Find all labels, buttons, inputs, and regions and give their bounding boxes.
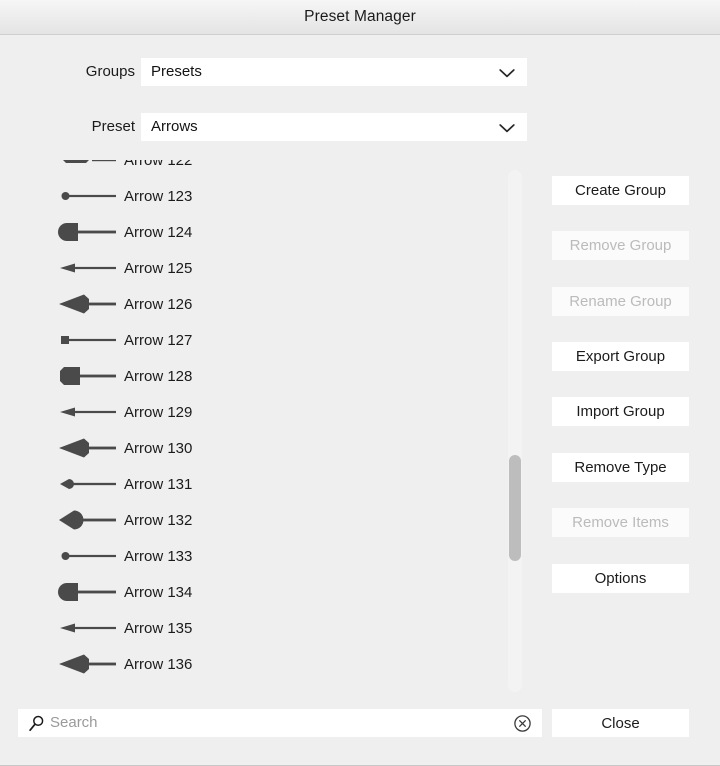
list-item-label: Arrow 127 — [124, 332, 192, 349]
list-item[interactable]: Arrow 134 — [0, 574, 528, 610]
list-item-label: Arrow 128 — [124, 368, 192, 385]
list-item-label: Arrow 132 — [124, 512, 192, 529]
arrow-preview-icon — [58, 430, 120, 466]
remove-group-button: Remove Group — [552, 231, 689, 260]
arrow-preset-list[interactable]: Arrow 122 Arrow 123 Arrow 124 Arrow 125 Arro… — [0, 160, 528, 694]
list-item[interactable]: Arrow 125 — [0, 250, 528, 286]
search-icon — [28, 715, 45, 732]
list-item-label: Arrow 133 — [124, 548, 192, 565]
list-item[interactable]: Arrow 136 — [0, 646, 528, 682]
arrow-preview-icon — [58, 394, 120, 430]
search-placeholder: Search — [50, 709, 98, 737]
create-group-button[interactable]: Create Group — [552, 176, 689, 205]
arrow-preview-icon — [58, 610, 120, 646]
title-bar: Preset Manager — [0, 0, 720, 35]
arrow-preview-icon — [58, 466, 120, 502]
list-item-label: Arrow 125 — [124, 260, 192, 277]
search-input[interactable]: Search — [18, 709, 542, 737]
preset-label: Preset — [92, 113, 135, 141]
clear-circle-icon[interactable] — [513, 714, 532, 733]
list-item-label: Arrow 122 — [124, 160, 192, 169]
import-group-button[interactable]: Import Group — [552, 397, 689, 426]
list-scrollbar-track[interactable] — [508, 170, 522, 692]
remove-type-button[interactable]: Remove Type — [552, 453, 689, 482]
arrow-preview-icon — [58, 574, 120, 610]
arrow-preview-icon — [58, 178, 120, 214]
list-item-label: Arrow 126 — [124, 296, 192, 313]
list-item-label: Arrow 123 — [124, 188, 192, 205]
list-item[interactable]: Arrow 124 — [0, 214, 528, 250]
arrow-preview-icon — [58, 322, 120, 358]
remove-items-button: Remove Items — [552, 508, 689, 537]
list-item-label: Arrow 134 — [124, 584, 192, 601]
preset-label-wrap: Preset — [60, 113, 135, 141]
list-scrollbar-thumb[interactable] — [509, 455, 521, 561]
list-item[interactable]: Arrow 122 — [0, 160, 528, 178]
list-item[interactable]: Arrow 123 — [0, 178, 528, 214]
list-item-label: Arrow 135 — [124, 620, 192, 637]
rename-group-button: Rename Group — [552, 287, 689, 316]
list-item-label: Arrow 136 — [124, 656, 192, 673]
list-item[interactable]: Arrow 132 — [0, 502, 528, 538]
groups-label-wrap: Groups — [60, 58, 135, 86]
groups-label: Groups — [86, 58, 135, 86]
options-button[interactable]: Options — [552, 564, 689, 593]
export-group-button[interactable]: Export Group — [552, 342, 689, 371]
chevron-down-icon — [499, 121, 515, 132]
close-button[interactable]: Close — [552, 709, 689, 737]
list-item-label: Arrow 130 — [124, 440, 192, 457]
arrow-preview-icon — [58, 538, 120, 574]
arrow-preview-icon — [58, 646, 120, 682]
groups-dropdown[interactable]: Presets — [141, 58, 527, 86]
list-item-label: Arrow 131 — [124, 476, 192, 493]
list-item-label: Arrow 129 — [124, 404, 192, 421]
groups-dropdown-value: Presets — [151, 58, 202, 86]
window-title: Preset Manager — [0, 0, 720, 34]
arrow-preview-icon — [58, 250, 120, 286]
preset-manager-dialog: Preset Manager Groups Presets Preset Arr… — [0, 0, 720, 766]
arrow-preview-icon — [58, 358, 120, 394]
arrow-preview-icon — [58, 286, 120, 322]
list-item[interactable]: Arrow 128 — [0, 358, 528, 394]
arrow-preview-icon — [58, 214, 120, 250]
preset-dropdown-value: Arrows — [151, 113, 198, 141]
list-item[interactable]: Arrow 131 — [0, 466, 528, 502]
arrow-preview-icon — [58, 160, 120, 178]
list-item-label: Arrow 124 — [124, 224, 192, 241]
list-item[interactable]: Arrow 129 — [0, 394, 528, 430]
list-item[interactable]: Arrow 130 — [0, 430, 528, 466]
chevron-down-icon — [499, 66, 515, 77]
list-item[interactable]: Arrow 133 — [0, 538, 528, 574]
list-item[interactable]: Arrow 127 — [0, 322, 528, 358]
preset-dropdown[interactable]: Arrows — [141, 113, 527, 141]
list-item[interactable]: Arrow 126 — [0, 286, 528, 322]
arrow-preview-icon — [58, 502, 120, 538]
list-item[interactable]: Arrow 135 — [0, 610, 528, 646]
